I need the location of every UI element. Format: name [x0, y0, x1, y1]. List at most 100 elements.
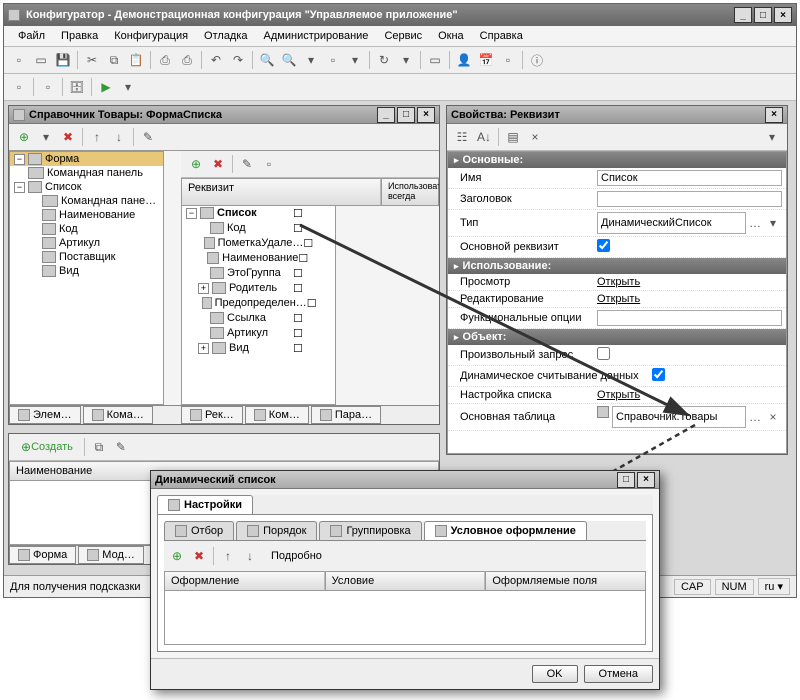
down-icon[interactable]: ↓	[109, 127, 129, 147]
props-close-button[interactable]: ×	[765, 107, 783, 123]
col-fields[interactable]: Оформляемые поля	[485, 571, 646, 591]
expander-icon[interactable]: −	[14, 154, 25, 165]
tab-cmd[interactable]: Ком…	[245, 406, 309, 424]
req-item[interactable]: Код	[227, 222, 246, 234]
tb-icon-b[interactable]: ▫	[323, 50, 343, 70]
menu-admin[interactable]: Администрирование	[256, 28, 377, 44]
add-icon[interactable]: ⊕	[14, 127, 34, 147]
col-appearance[interactable]: Оформление	[164, 571, 325, 591]
menu-file[interactable]: Файл	[10, 28, 53, 44]
user-icon[interactable]: 👤	[454, 50, 474, 70]
req-item[interactable]: Артикул	[227, 327, 268, 339]
add-icon[interactable]: ⊕	[167, 546, 187, 566]
paste-icon[interactable]: 📋	[126, 50, 146, 70]
req-root[interactable]: Список	[217, 207, 257, 219]
input-name[interactable]	[597, 170, 782, 186]
status-lang[interactable]: ru ▾	[758, 578, 790, 595]
run-icon[interactable]: ▶	[96, 77, 116, 97]
cut-icon[interactable]: ✂	[82, 50, 102, 70]
tab-order[interactable]: Порядок	[236, 521, 317, 540]
link-listsetup-open[interactable]: Открыть	[597, 389, 640, 401]
config-icon[interactable]: ▫	[9, 77, 29, 97]
check-mainreq[interactable]	[597, 239, 610, 252]
detail-label[interactable]: Подробно	[271, 550, 322, 562]
run-dropdown-icon[interactable]: ▾	[118, 77, 138, 97]
dropdown-icon[interactable]: ▾	[762, 127, 782, 147]
copy-icon[interactable]: ⧉	[104, 50, 124, 70]
check-dynread[interactable]	[652, 368, 665, 381]
type-pick-icon[interactable]: …	[747, 213, 763, 233]
zoom-icon[interactable]: 🔍	[279, 50, 299, 70]
copy-icon[interactable]: ⧉	[89, 437, 109, 457]
tb-icon-a[interactable]: ▾	[301, 50, 321, 70]
tree-item[interactable]: Артикул	[59, 237, 100, 249]
undo-icon[interactable]: ↶	[206, 50, 226, 70]
tab-filter[interactable]: Отбор	[164, 521, 234, 540]
req-item[interactable]: Родитель	[229, 282, 277, 294]
tab-settings[interactable]: Настройки	[157, 495, 253, 514]
print-icon[interactable]: ⎙	[155, 50, 175, 70]
menu-service[interactable]: Сервис	[376, 28, 430, 44]
req-item[interactable]: Ссылка	[227, 312, 266, 324]
pick-icon[interactable]: …	[747, 407, 763, 427]
minimize-button[interactable]: _	[734, 7, 752, 23]
req-item[interactable]: ПометкаУдале…	[218, 237, 304, 249]
form-max-button[interactable]: □	[397, 107, 415, 123]
menu-config[interactable]: Конфигурация	[106, 28, 196, 44]
tab-conditional[interactable]: Условное оформление	[424, 521, 587, 540]
section-main[interactable]: Основные:	[448, 152, 786, 168]
req-header[interactable]: Реквизит	[181, 178, 381, 206]
windows-icon[interactable]: ▭	[425, 50, 445, 70]
expander-icon[interactable]: +	[198, 343, 209, 354]
up-icon[interactable]: ↑	[87, 127, 107, 147]
save-icon[interactable]: 💾	[53, 50, 73, 70]
menu-debug[interactable]: Отладка	[196, 28, 255, 44]
delete-icon[interactable]: ✖	[58, 127, 78, 147]
db2-icon[interactable]: 🗄	[67, 77, 87, 97]
expander-icon[interactable]: −	[186, 208, 197, 219]
tab-module[interactable]: Мод…	[78, 546, 144, 564]
redo-icon[interactable]: ↷	[228, 50, 248, 70]
link-view-open[interactable]: Открыть	[597, 276, 640, 288]
req-item[interactable]: ЭтоГруппа	[227, 267, 281, 279]
expander-icon[interactable]: +	[198, 283, 209, 294]
requisites-tree[interactable]: −Список☐ Код☐ ПометкаУдале…☐ Наименовани…	[181, 206, 336, 405]
tab-commands[interactable]: Кома…	[83, 406, 153, 424]
open-icon[interactable]: ▭	[31, 50, 51, 70]
filter-icon[interactable]: ▤	[503, 127, 523, 147]
create-icon[interactable]: ⊕ Создать	[14, 437, 80, 457]
add-dd-icon[interactable]: ▾	[36, 127, 56, 147]
expander-icon[interactable]: −	[14, 182, 25, 193]
tree-item[interactable]: Поставщик	[59, 251, 115, 263]
dialog-grid[interactable]	[164, 591, 646, 645]
req-item[interactable]: Наименование	[222, 252, 298, 264]
clear-icon[interactable]: ×	[765, 407, 781, 427]
tb-icon-c[interactable]: ▾	[345, 50, 365, 70]
tb-icon-e[interactable]: ▾	[396, 50, 416, 70]
tab-form[interactable]: Форма	[9, 546, 76, 564]
tb-icon-f[interactable]: ▫	[498, 50, 518, 70]
form-min-button[interactable]: _	[377, 107, 395, 123]
elements-tree[interactable]: −Форма Командная панель −Список Командна…	[9, 151, 164, 405]
tree-item[interactable]: Командная пане…	[61, 195, 156, 207]
type-dd-icon[interactable]: ▾	[765, 213, 781, 233]
tab-req[interactable]: Рек…	[181, 406, 243, 424]
down-icon[interactable]: ↓	[240, 546, 260, 566]
input-maintable[interactable]	[612, 406, 746, 428]
col-condition[interactable]: Условие	[325, 571, 486, 591]
close-button[interactable]: ×	[774, 7, 792, 23]
tb-icon-d[interactable]: ↻	[374, 50, 394, 70]
ok-button[interactable]: OK	[532, 665, 578, 683]
req-item[interactable]: Вид	[229, 342, 249, 354]
tree-item[interactable]: Список	[45, 181, 82, 193]
maximize-button[interactable]: □	[754, 7, 772, 23]
input-func[interactable]	[597, 310, 782, 326]
expand-icon[interactable]: ×	[525, 127, 545, 147]
preview-icon[interactable]: ⎙	[177, 50, 197, 70]
section-obj[interactable]: Объект:	[448, 329, 786, 345]
sort-icon[interactable]: A↓	[474, 127, 494, 147]
link-edit-open[interactable]: Открыть	[597, 293, 640, 305]
dialog-max-button[interactable]: □	[617, 472, 635, 488]
cat-icon[interactable]: ☷	[452, 127, 472, 147]
menu-edit[interactable]: Правка	[53, 28, 106, 44]
